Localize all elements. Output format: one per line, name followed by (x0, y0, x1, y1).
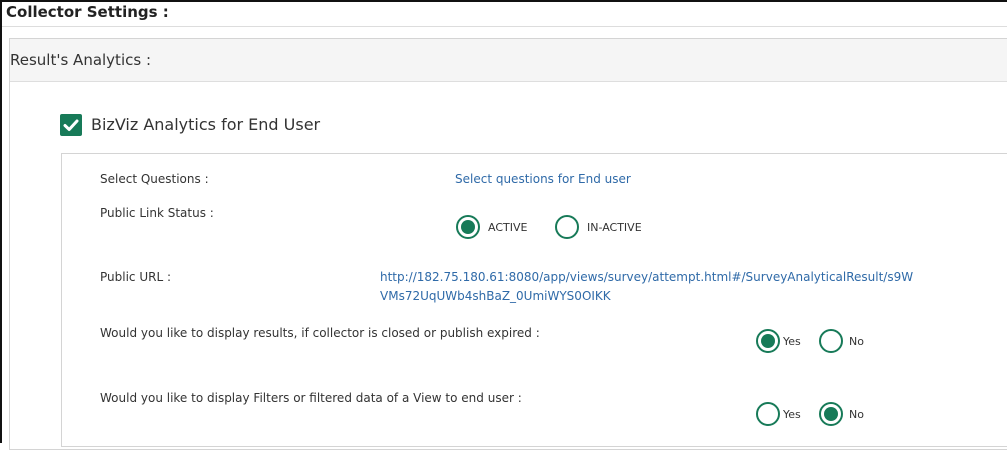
display-results-label: Would you like to display results, if co… (100, 326, 540, 340)
bizviz-analytics-label[interactable]: BizViz Analytics for End User (91, 115, 320, 134)
select-questions-link[interactable]: Select questions for End user (455, 170, 631, 188)
public-link-status-label: Public Link Status : (100, 206, 214, 220)
display-results-yes-label[interactable]: Yes (783, 335, 801, 348)
section-title: Result's Analytics : (10, 51, 151, 69)
select-questions-label: Select Questions : (100, 172, 209, 186)
display-results-yes-radio[interactable] (756, 329, 780, 353)
display-results-no-radio[interactable] (819, 329, 843, 353)
public-url-label: Public URL : (100, 270, 171, 284)
display-filters-yes-radio[interactable] (756, 402, 780, 426)
window-frame-top (0, 0, 1007, 2)
inactive-radio[interactable] (555, 215, 579, 239)
display-filters-no-label[interactable]: No (849, 408, 864, 421)
bizviz-analytics-checkbox[interactable] (60, 114, 82, 136)
results-analytics-panel: Result's Analytics : BizViz Analytics fo… (9, 38, 1007, 450)
active-radio[interactable] (456, 215, 480, 239)
public-url-link-line1[interactable]: http://182.75.180.61:8080/app/views/surv… (380, 268, 913, 286)
checkmark-icon (63, 119, 79, 131)
display-results-no-label[interactable]: No (849, 335, 864, 348)
analytics-options-box: Select Questions : Select questions for … (61, 153, 1007, 447)
display-filters-no-radio[interactable] (819, 402, 843, 426)
active-radio-label[interactable]: ACTIVE (488, 221, 527, 234)
display-filters-label: Would you like to display Filters or fil… (100, 391, 522, 405)
section-header[interactable]: Result's Analytics : (10, 39, 1007, 82)
page-title: Collector Settings : (6, 3, 169, 21)
title-divider (2, 26, 1007, 27)
public-url-link-line2[interactable]: VMs72UqUWb4shBaZ_0UmiWYS0OIKK (380, 287, 611, 305)
inactive-radio-label[interactable]: IN-ACTIVE (587, 221, 642, 234)
window-frame-left (0, 0, 2, 443)
display-filters-yes-label[interactable]: Yes (783, 408, 801, 421)
